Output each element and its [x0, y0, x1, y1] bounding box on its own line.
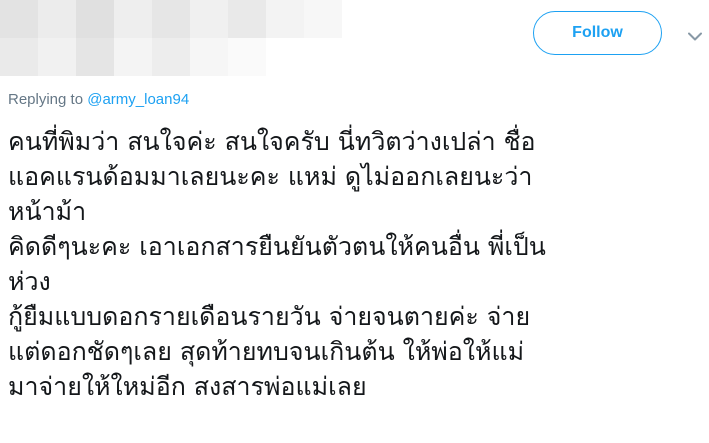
tweet-text-line: ห่วง: [8, 267, 51, 296]
replying-to-label: Replying to: [8, 91, 84, 108]
tweet-text-line: หน้าม้า: [8, 197, 87, 226]
more-options-button[interactable]: [684, 24, 706, 46]
tweet-text-line: คนที่พิมว่า สนใจค่ะ สนใจครับ นี่ทวิตว่าง…: [8, 127, 536, 156]
tweet-text-line: แต่ดอกชัดๆเลย สุดท้ายทบจนเกินต้น ให้พ่อใ…: [8, 337, 525, 366]
redacted-author-name: [0, 0, 342, 76]
tweet-text: คนที่พิมว่า สนใจค่ะ สนใจครับ นี่ทวิตว่าง…: [8, 124, 698, 404]
chevron-down-icon: [688, 26, 702, 45]
tweet-text-line: คิดดีๆนะคะ เอาเอกสารยืนยันตัวตนให้คนอื่น…: [8, 232, 546, 261]
tweet-header: Follow: [0, 0, 709, 82]
reply-handle-link[interactable]: @army_loan94: [87, 91, 189, 108]
tweet-text-line: กู้ยืมแบบดอกรายเดือนรายวัน จ่ายจนตายค่ะ …: [8, 302, 531, 331]
tweet-text-line: แอคแรนด้อมมาเลยนะคะ แหม่ ดูไม่ออกเลยนะว่…: [8, 162, 533, 191]
tweet-text-line: มาจ่ายให้ใหม่อีก สงสารพ่อแม่เลย: [8, 372, 367, 401]
follow-button[interactable]: Follow: [533, 11, 662, 55]
tweet-card: Follow Replying to @army_loan94 คนที่พิม…: [0, 0, 709, 443]
replying-to-line: Replying to @army_loan94: [8, 91, 189, 108]
